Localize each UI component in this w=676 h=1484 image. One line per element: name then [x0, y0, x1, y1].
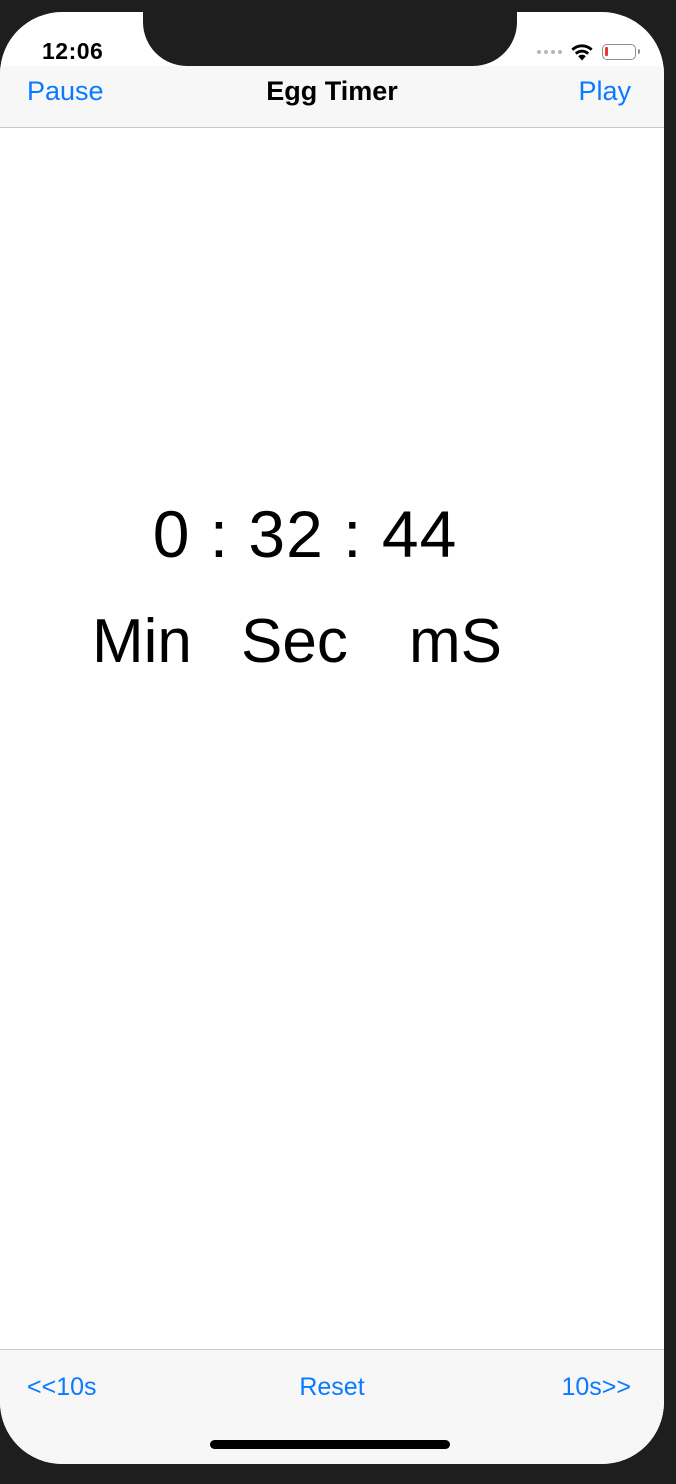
app-screen: 12:06 Pause Egg Timer Play 0 : 32 : 44 M…: [0, 12, 664, 1464]
battery-icon: [602, 44, 640, 60]
forward-10s-button[interactable]: 10s>>: [561, 1373, 631, 1402]
device-frame: 12:06 Pause Egg Timer Play 0 : 32 : 44 M…: [0, 0, 676, 1484]
minutes-label: Min: [92, 607, 192, 676]
play-button[interactable]: Play: [578, 76, 631, 107]
battery-level: [605, 47, 608, 56]
milliseconds-label: mS: [409, 607, 502, 676]
status-indicators: [537, 42, 640, 62]
home-indicator[interactable]: [210, 1440, 450, 1449]
navigation-bar: Pause Egg Timer Play: [0, 66, 664, 128]
seconds-label: Sec: [241, 607, 348, 676]
signal-dots-icon: [537, 50, 562, 54]
status-time: 12:06: [42, 38, 104, 64]
device-notch: [143, 12, 517, 66]
timer-display: 0 : 32 : 44: [152, 497, 458, 571]
wifi-icon: [571, 44, 593, 61]
page-title: Egg Timer: [266, 76, 398, 106]
